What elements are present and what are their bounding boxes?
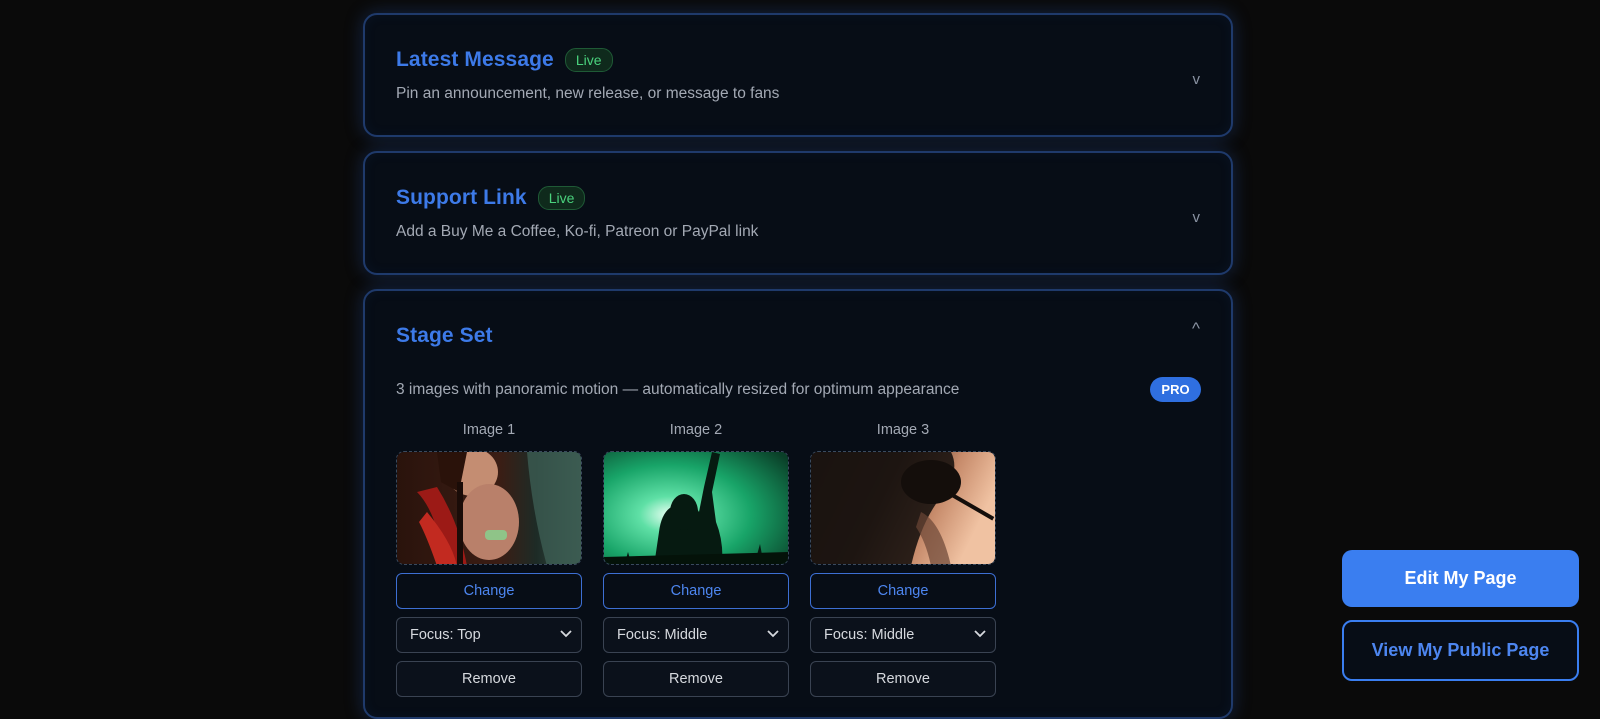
support-link-title: Support Link xyxy=(396,186,527,209)
change-image-button[interactable]: Change xyxy=(810,573,996,609)
image-slot-3: Image 3 Change Focus: Middle Remove xyxy=(810,422,996,697)
stage-set-description: 3 images with panoramic motion — automat… xyxy=(396,381,960,398)
support-link-header: Support Link Live xyxy=(396,186,586,210)
image-slot-1: Image 1 Change Focus: Top Remove xyxy=(396,422,582,697)
content-column: Latest Message Live Pin an announcement,… xyxy=(363,0,1237,719)
focus-select[interactable]: Focus: Top xyxy=(396,617,582,653)
chevron-up-icon[interactable]: ^ xyxy=(1192,319,1200,339)
latest-message-card[interactable]: Latest Message Live Pin an announcement,… xyxy=(363,13,1233,137)
image-slot-2: Image 2 Change Focus: Middle Remove xyxy=(603,422,789,697)
stage-set-header: Stage Set xyxy=(396,324,493,348)
view-public-page-button[interactable]: View My Public Page xyxy=(1342,620,1579,681)
stage-set-card: Stage Set ^ 3 images with panoramic moti… xyxy=(363,289,1233,719)
image-label: Image 3 xyxy=(876,422,930,438)
focus-select[interactable]: Focus: Middle xyxy=(810,617,996,653)
chevron-down-icon xyxy=(560,630,572,638)
image-thumbnail-singer[interactable] xyxy=(810,451,996,565)
focus-select-value: Focus: Middle xyxy=(617,627,708,643)
live-badge: Live xyxy=(537,186,586,210)
chevron-down-icon[interactable]: v xyxy=(1193,209,1201,226)
image-thumbnail-violinist[interactable] xyxy=(396,451,582,565)
image-thumbnail-guitarist[interactable] xyxy=(603,451,789,565)
focus-select-value: Focus: Middle xyxy=(824,627,915,643)
latest-message-description: Pin an announcement, new release, or mes… xyxy=(396,85,780,102)
change-image-button[interactable]: Change xyxy=(603,573,789,609)
change-image-button[interactable]: Change xyxy=(396,573,582,609)
live-badge: Live xyxy=(564,48,613,72)
focus-select-value: Focus: Top xyxy=(410,627,481,643)
remove-image-button[interactable]: Remove xyxy=(396,661,582,697)
edit-my-page-button[interactable]: Edit My Page xyxy=(1342,550,1579,607)
stage-set-title: Stage Set xyxy=(396,324,493,347)
latest-message-header: Latest Message Live xyxy=(396,48,613,72)
chevron-down-icon xyxy=(767,630,779,638)
image-label: Image 1 xyxy=(462,422,516,438)
chevron-down-icon xyxy=(974,630,986,638)
image-label: Image 2 xyxy=(669,422,723,438)
support-link-description: Add a Buy Me a Coffee, Ko-fi, Patreon or… xyxy=(396,223,759,240)
remove-image-button[interactable]: Remove xyxy=(603,661,789,697)
focus-select[interactable]: Focus: Middle xyxy=(603,617,789,653)
remove-image-button[interactable]: Remove xyxy=(810,661,996,697)
latest-message-title: Latest Message xyxy=(396,48,554,71)
pro-badge: PRO xyxy=(1150,377,1201,402)
support-link-card[interactable]: Support Link Live Add a Buy Me a Coffee,… xyxy=(363,151,1233,275)
chevron-down-icon[interactable]: v xyxy=(1193,71,1201,88)
